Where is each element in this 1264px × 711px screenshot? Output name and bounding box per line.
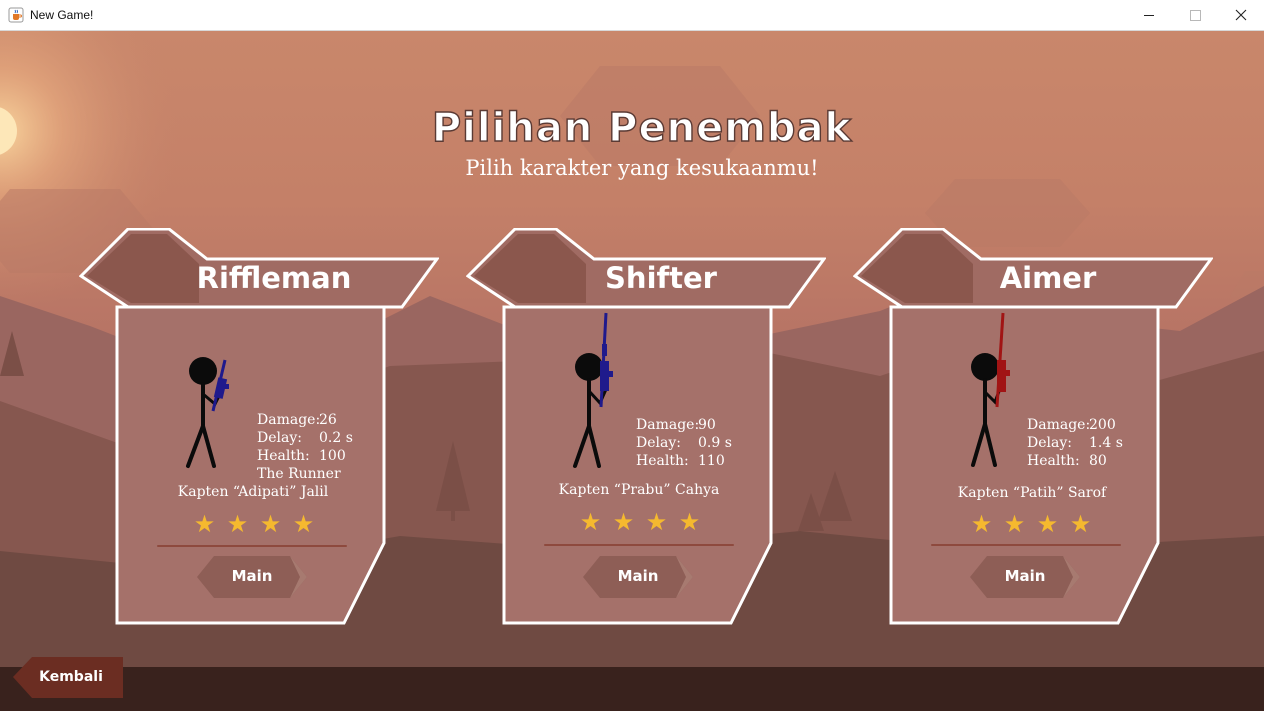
play-button-shifter[interactable]: Main (582, 555, 694, 599)
maximize-icon (1190, 10, 1201, 21)
stat-delay: Delay: 0.2 s (257, 430, 353, 446)
back-button-label: Kembali (39, 669, 103, 685)
play-button-label: Main (617, 567, 659, 585)
stat-health: Health: 80 (1027, 453, 1107, 469)
window-title: New Game! (30, 8, 94, 22)
stat-delay: Delay: 1.4 s (1027, 435, 1123, 451)
star-icon: ★ (292, 510, 315, 538)
star-icon: ★ (259, 510, 282, 538)
character-name: Aimer (999, 261, 1097, 295)
play-button-aimer[interactable]: Main (969, 555, 1081, 599)
page-subtitle: Pilih karakter yang kesukaanmu! (465, 156, 819, 180)
shifter-stickman-icon (573, 312, 613, 468)
character-name: Shifter (605, 261, 717, 295)
close-icon (1235, 9, 1247, 21)
game-window: New Game! Pilihan Penembak Pilih karakte… (0, 0, 1264, 711)
aimer-stickman-icon (971, 312, 1010, 467)
star-icon: ★ (970, 510, 993, 538)
star-rating: ★ ★ ★ ★ (188, 511, 328, 537)
captain-name: Kapten “Adipati” Jalil (177, 484, 329, 500)
star-icon: ★ (579, 508, 602, 536)
stats-panel: Damage:200 Delay: 1.4 s Health: 80 (1027, 416, 1123, 470)
star-icon: ★ (612, 508, 635, 536)
star-rating: ★ ★ ★ ★ (574, 509, 714, 535)
star-icon: ★ (678, 508, 701, 536)
star-rating: ★ ★ ★ ★ (965, 511, 1105, 537)
maximize-button[interactable] (1172, 0, 1218, 30)
riffleman-stickman-icon (186, 357, 229, 468)
stat-damage: Damage:200 (1027, 417, 1116, 433)
character-card-shifter: Shifter Damage:90 Delay: 0.9 s Health: 110… (466, 228, 826, 628)
footer-bar (0, 667, 1264, 711)
close-button[interactable] (1218, 0, 1264, 30)
java-cup-icon (8, 7, 24, 23)
captain-name: Kapten “Patih” Sarof (957, 485, 1107, 501)
play-button-riffleman[interactable]: Main (196, 555, 308, 599)
back-button[interactable]: Kembali (12, 656, 124, 699)
stat-trait: The Runner (257, 466, 341, 482)
stats-panel: Damage:26 Delay: 0.2 s Health: 100 The Run… (257, 411, 353, 483)
divider (544, 544, 734, 546)
divider (157, 545, 347, 547)
page-title: Pilihan Penembak (431, 104, 853, 151)
divider (931, 544, 1121, 546)
minimize-icon (1144, 15, 1154, 16)
play-button-label: Main (231, 567, 273, 585)
title-bar: New Game! (0, 0, 1264, 31)
star-icon: ★ (1036, 510, 1059, 538)
game-scene: Pilihan Penembak Pilih karakter yang kes… (0, 31, 1264, 711)
star-icon: ★ (1003, 510, 1026, 538)
star-icon: ★ (645, 508, 668, 536)
stat-damage: Damage:90 (636, 417, 716, 433)
character-card-riffleman: Riffleman Damage:26 Delay: 0.2 s Health: 1… (79, 228, 439, 628)
star-icon: ★ (1069, 510, 1092, 538)
stats-panel: Damage:90 Delay: 0.9 s Health: 110 (636, 416, 732, 470)
stat-damage: Damage:26 (257, 412, 337, 428)
star-icon: ★ (193, 510, 216, 538)
captain-name: Kapten “Prabu” Cahya (558, 482, 720, 498)
star-icon: ★ (226, 510, 249, 538)
stat-health: Health: 100 (257, 448, 346, 464)
play-button-label: Main (1004, 567, 1046, 585)
character-card-aimer: Aimer Damage:200 Delay: 1.4 s Health: 80 K… (853, 228, 1213, 628)
stat-delay: Delay: 0.9 s (636, 435, 732, 451)
minimize-button[interactable] (1126, 0, 1172, 30)
stat-health: Health: 110 (636, 453, 725, 469)
character-name: Riffleman (196, 261, 352, 295)
